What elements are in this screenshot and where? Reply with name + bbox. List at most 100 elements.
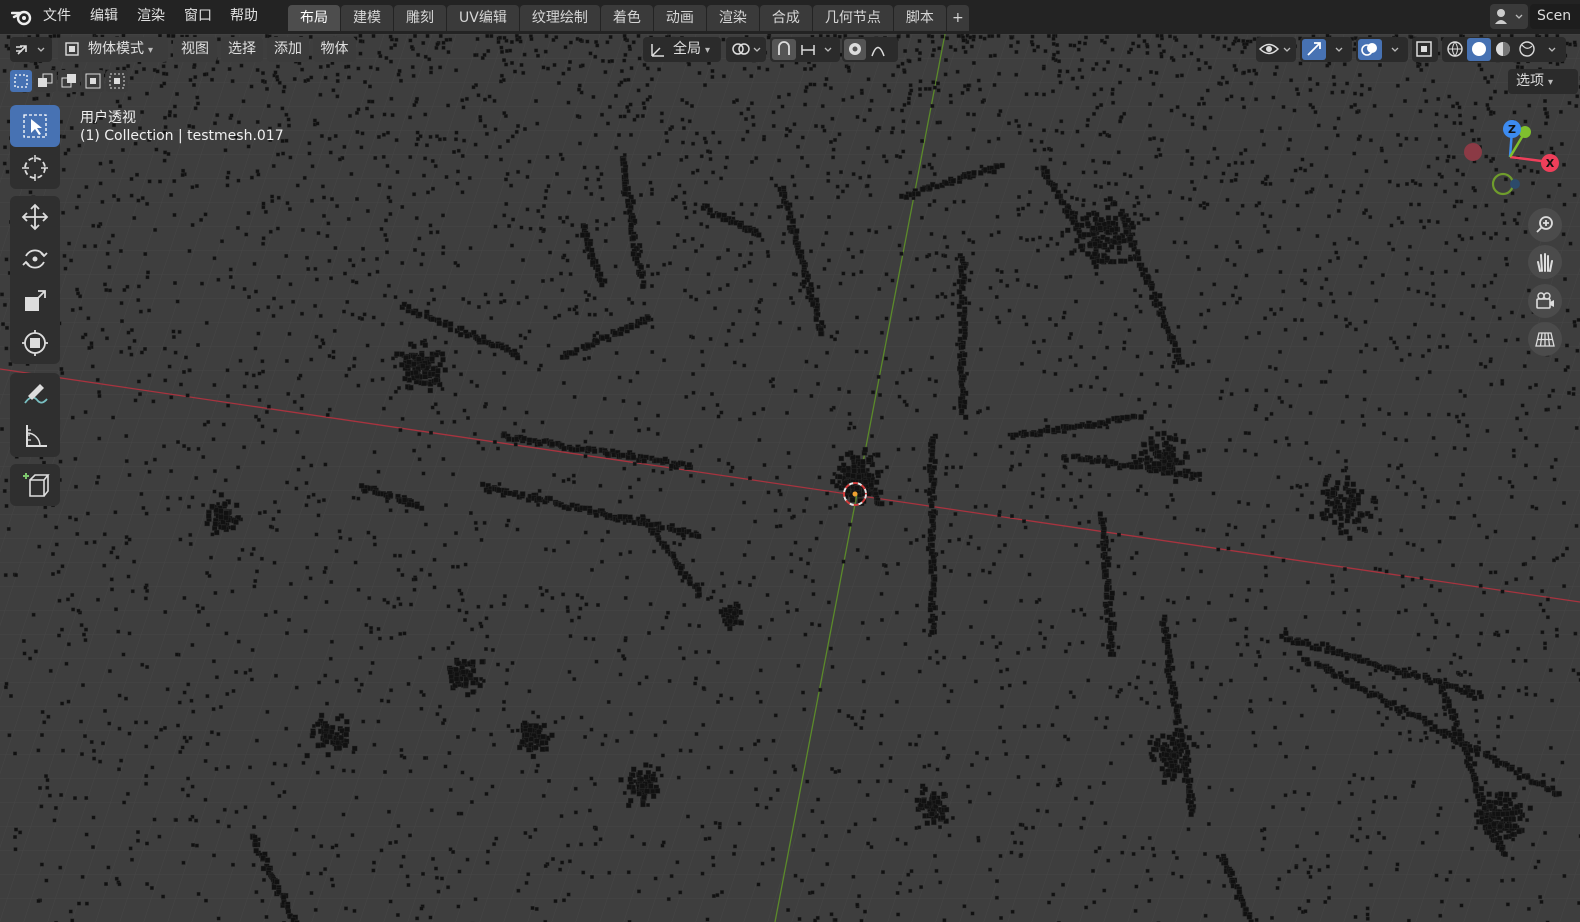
eye-icon: [1258, 43, 1291, 55]
proportional-edit-icon: [844, 39, 885, 60]
tab-animation[interactable]: 动画: [653, 5, 706, 31]
orientation-label: 全局: [673, 41, 701, 57]
menu-window[interactable]: 窗口: [184, 0, 212, 34]
selection-mode-group: [10, 70, 128, 92]
add-menu[interactable]: 添加: [267, 37, 309, 62]
select-subtract-icon[interactable]: [58, 70, 80, 92]
toolbar-group-add: [10, 464, 60, 506]
tab-scripting[interactable]: 脚本: [893, 5, 946, 31]
select-new-icon[interactable]: [10, 70, 32, 92]
toolbar-group-annotate: [10, 373, 60, 457]
transform-tool[interactable]: [10, 322, 60, 364]
grid-icon: [1535, 332, 1555, 347]
add-cube-tool[interactable]: [10, 464, 60, 506]
pan-button[interactable]: [1528, 245, 1562, 279]
scene-name-field[interactable]: Scen: [1530, 4, 1580, 29]
xray-icon: [1416, 41, 1432, 57]
measure-icon: [26, 425, 47, 447]
rotate-tool[interactable]: [10, 238, 60, 280]
chevron-down-icon: ▾: [1548, 77, 1554, 88]
move-icon: [21, 203, 49, 231]
shading-mode-group[interactable]: [1442, 37, 1566, 62]
viewport-canvas[interactable]: [0, 34, 1580, 922]
tab-shading[interactable]: 着色: [600, 5, 653, 31]
tab-texture-paint[interactable]: 纹理绘制: [519, 5, 600, 31]
measure-tool[interactable]: [10, 415, 60, 457]
select-invert-icon[interactable]: [82, 70, 104, 92]
mode-label: 物体模式: [88, 41, 144, 57]
visibility-dropdown[interactable]: [1256, 37, 1296, 62]
orientation-icon: [651, 44, 664, 57]
view-menu[interactable]: 视图: [173, 37, 217, 62]
transform-icon: [22, 330, 48, 356]
select-box-icon: [23, 114, 47, 138]
select-extend-icon[interactable]: [34, 70, 56, 92]
editor-type-icon: [16, 45, 45, 55]
snap-group[interactable]: [770, 37, 840, 62]
scale-icon: [25, 290, 46, 311]
menu-help[interactable]: 帮助: [230, 0, 258, 34]
chevron-down-icon: ▾: [705, 45, 711, 56]
overlays-toggle[interactable]: [1356, 37, 1408, 62]
object-menu[interactable]: 物体: [313, 37, 356, 62]
gizmo-icon: [1302, 39, 1343, 60]
tab-rendering[interactable]: 渲染: [706, 5, 759, 31]
zoom-icon: [1536, 216, 1553, 233]
tab-compositing[interactable]: 合成: [759, 5, 812, 31]
editor-type-button[interactable]: [10, 37, 52, 62]
view-name-label: 用户透视: [80, 110, 136, 126]
mode-dropdown[interactable]: 物体模式 ▾: [58, 37, 168, 62]
object-mode-icon: [65, 42, 79, 56]
select-box-tool[interactable]: [10, 105, 60, 147]
move-tool[interactable]: [10, 196, 60, 238]
scale-tool[interactable]: [10, 280, 60, 322]
z-axis-label: Z: [1508, 123, 1516, 136]
blender-logo-icon[interactable]: [11, 7, 33, 27]
annotate-icon: [24, 384, 48, 404]
tab-layout[interactable]: 布局: [288, 5, 340, 31]
add-cube-icon: [23, 473, 50, 497]
toolbar-group-select: [10, 105, 60, 189]
cursor-tool[interactable]: [10, 147, 60, 189]
annotate-tool[interactable]: [10, 373, 60, 415]
tab-uv-editing[interactable]: UV编辑: [447, 5, 519, 31]
chevron-down-icon: ▾: [148, 45, 154, 56]
transform-orientation-dropdown[interactable]: 全局 ▾: [643, 37, 721, 62]
camera-icon: [1536, 292, 1554, 309]
neg-x-handle[interactable]: [1464, 143, 1482, 161]
shading-icons: [1447, 38, 1556, 61]
scene-selector[interactable]: [1490, 4, 1528, 29]
toolbar-group-transform: [10, 196, 60, 364]
add-workspace-button[interactable]: +: [946, 5, 969, 31]
workspace-tabs: 布局 建模 雕刻 UV编辑 纹理绘制 着色 动画 渲染 合成 几何节点 脚本 +: [288, 5, 969, 32]
scene-icon: [1495, 9, 1523, 24]
menu-render[interactable]: 渲染: [137, 0, 165, 34]
top-menu-bar: 文件 编辑 渲染 窗口 帮助 布局 建模 雕刻 UV编辑 纹理绘制 着色 动画 …: [0, 0, 1580, 34]
zoom-button[interactable]: [1528, 208, 1562, 242]
x-axis-label: X: [1546, 157, 1555, 170]
select-menu[interactable]: 选择: [221, 37, 263, 62]
tab-sculpting[interactable]: 雕刻: [394, 5, 446, 31]
pivot-point-dropdown[interactable]: [726, 37, 766, 62]
collection-label: (1) Collection | testmesh.017: [80, 128, 284, 144]
xray-toggle[interactable]: [1412, 37, 1438, 62]
rotate-icon: [22, 249, 48, 269]
gizmo-toggle[interactable]: [1300, 37, 1352, 62]
perspective-toggle-button[interactable]: [1528, 322, 1562, 356]
neg-z-handle[interactable]: [1510, 179, 1520, 189]
hand-icon: [1537, 253, 1553, 272]
cursor-icon: [22, 155, 48, 181]
3d-viewport[interactable]: [0, 34, 1580, 922]
tab-modeling[interactable]: 建模: [341, 5, 393, 31]
menu-file[interactable]: 文件: [43, 0, 71, 34]
proportional-edit-group[interactable]: [842, 37, 898, 62]
tab-geometry-nodes[interactable]: 几何节点: [812, 5, 893, 31]
options-dropdown[interactable]: 选项 ▾: [1508, 69, 1578, 94]
camera-view-button[interactable]: [1528, 284, 1562, 318]
select-intersect-icon[interactable]: [106, 70, 128, 92]
snap-icon: [772, 39, 832, 60]
options-label: 选项: [1516, 73, 1544, 89]
floor-grid: [0, 34, 1580, 922]
navigation-gizmo[interactable]: Z X: [1455, 112, 1575, 202]
menu-edit[interactable]: 编辑: [90, 0, 118, 34]
